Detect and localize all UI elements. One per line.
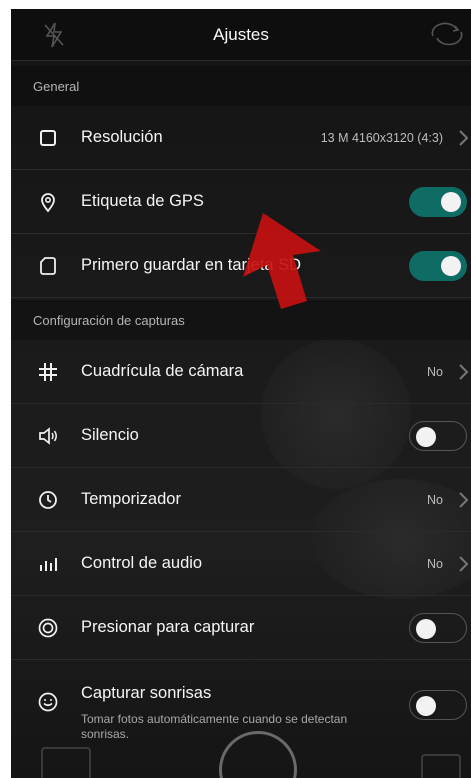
toggle-knob bbox=[416, 426, 436, 447]
chevron-right-icon bbox=[459, 555, 469, 572]
toggle-knob bbox=[416, 696, 436, 716]
target-icon bbox=[38, 618, 58, 637]
square-icon bbox=[40, 129, 56, 146]
toggle-knob bbox=[441, 255, 461, 276]
setting-label: Presionar para capturar bbox=[81, 618, 255, 636]
chevron-right-icon bbox=[459, 129, 469, 146]
gallery-thumbnail[interactable] bbox=[41, 747, 91, 778]
setting-label: Silencio bbox=[81, 426, 139, 444]
setting-press-to-capture[interactable]: Presionar para capturar bbox=[11, 596, 471, 660]
setting-grid[interactable]: Cuadrícula de cámara No bbox=[11, 340, 471, 404]
clock-icon bbox=[39, 490, 57, 509]
setting-value: 13 M 4160x3120 (4:3) bbox=[320, 130, 443, 145]
mode-icon[interactable] bbox=[421, 754, 461, 778]
audio-bars-icon bbox=[40, 557, 57, 571]
sd-toggle[interactable] bbox=[409, 250, 467, 281]
smile-icon bbox=[38, 692, 58, 712]
app-header: Ajustes bbox=[11, 9, 471, 61]
speaker-icon bbox=[39, 426, 57, 445]
press-capture-toggle[interactable] bbox=[409, 612, 467, 643]
setting-label: Control de audio bbox=[81, 554, 203, 572]
toggle-knob bbox=[416, 618, 436, 639]
setting-label: Etiqueta de GPS bbox=[81, 192, 204, 210]
gps-toggle[interactable] bbox=[409, 186, 467, 217]
section-header-general: General bbox=[11, 66, 471, 106]
setting-silence[interactable]: Silencio bbox=[11, 404, 471, 468]
toggle-knob bbox=[441, 191, 461, 212]
setting-value: No bbox=[427, 556, 443, 571]
setting-label: Resolución bbox=[81, 128, 163, 146]
smile-capture-toggle[interactable] bbox=[409, 690, 467, 720]
setting-label: Cuadrícula de cámara bbox=[81, 362, 244, 380]
page-title: Ajustes bbox=[213, 24, 269, 44]
setting-timer[interactable]: Temporizador No bbox=[11, 468, 471, 532]
silence-toggle[interactable] bbox=[409, 420, 467, 451]
camera-settings-screen: Ajustes General Resolución 13 M 4160x312… bbox=[11, 9, 471, 778]
sd-card-icon bbox=[40, 256, 56, 275]
chevron-right-icon bbox=[459, 491, 469, 508]
switch-camera-icon[interactable] bbox=[429, 22, 465, 46]
setting-value: No bbox=[427, 492, 443, 507]
setting-resolution[interactable]: Resolución 13 M 4160x3120 (4:3) bbox=[11, 106, 471, 170]
setting-label: Temporizador bbox=[81, 490, 181, 508]
setting-smile-capture[interactable]: Capturar sonrisas Tomar fotos automática… bbox=[11, 660, 471, 744]
annotation-arrow bbox=[243, 213, 321, 309]
location-pin-icon bbox=[41, 192, 55, 212]
chevron-right-icon bbox=[459, 363, 469, 380]
setting-label: Capturar sonrisas bbox=[81, 684, 212, 702]
setting-value: No bbox=[427, 364, 443, 379]
setting-audio-control[interactable]: Control de audio No bbox=[11, 532, 471, 596]
setting-sublabel: Tomar fotos automáticamente cuando se de… bbox=[81, 712, 348, 741]
flash-off-icon[interactable] bbox=[43, 22, 65, 48]
grid-icon bbox=[39, 362, 57, 381]
